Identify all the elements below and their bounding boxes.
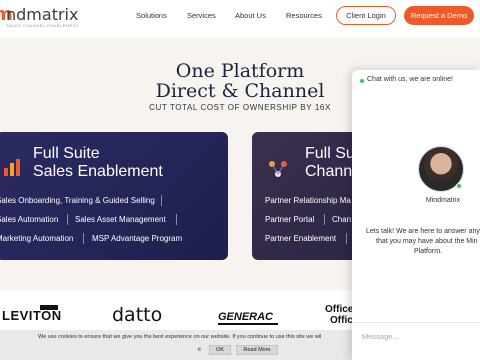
chat-message-input[interactable]: Message...	[362, 332, 399, 341]
hero-title-line1: One Platform	[175, 60, 305, 82]
channel-card-title-line1: Full Su	[305, 145, 355, 162]
feature-channel[interactable]: Chan	[332, 215, 351, 224]
feature-divider	[67, 214, 68, 225]
feature-divider	[324, 214, 325, 225]
chat-widget[interactable]: Chat with us, we are online! Mindmatrix …	[352, 70, 480, 360]
online-status-dot	[360, 79, 364, 83]
leviton-logo-bar	[40, 305, 58, 310]
feature-divider	[176, 214, 177, 225]
feature-sales-asset-management[interactable]: Sales Asset Management	[75, 215, 166, 224]
nav-solutions[interactable]: Solutions	[136, 11, 167, 20]
chat-input-divider	[352, 322, 480, 323]
logo-subtitle: SALES CHANNEL ENABLEMENT	[6, 23, 80, 28]
feature-partner-enablement[interactable]: Partner Enablement	[265, 234, 336, 243]
chat-message-line: that you may have about the Min	[376, 238, 478, 245]
feature-marketing-automation[interactable]: Marketing Automation	[0, 234, 73, 243]
network-users-icon	[269, 161, 287, 177]
cookie-read-more-button[interactable]: Read More	[236, 345, 278, 355]
generac-underline	[218, 323, 278, 325]
hero-tagline: CUT TOTAL COST OF OWNERSHIP BY 16X	[149, 103, 331, 112]
leviton-logo: LEVITON	[2, 308, 62, 323]
feature-sales-automation[interactable]: Sales Automation	[0, 215, 58, 224]
feature-divider	[346, 233, 347, 244]
cookie-text: We use cookies to ensure that we give yo…	[38, 334, 322, 340]
chat-message-line: Platform.	[414, 248, 443, 255]
cookie-ok-button[interactable]: OK	[209, 345, 231, 355]
feature-divider	[83, 233, 84, 244]
bar-chart-icon	[4, 159, 20, 176]
site-header: m ndmatrix SALES CHANNEL ENABLEMENT Solu…	[0, 0, 480, 34]
channel-card-title-line2: Chann	[305, 163, 353, 180]
chat-message-line: Lets talk! We are here to answer any	[366, 228, 480, 235]
sales-card-title-line1: Full Suite	[33, 145, 100, 162]
nav-services[interactable]: Services	[187, 11, 216, 20]
cookie-banner: We use cookies to ensure that we give yo…	[0, 330, 352, 360]
chat-message: Lets talk! We are here to answer any tha…	[366, 227, 480, 257]
chat-status: Chat with us, we are online!	[367, 76, 453, 83]
generac-logo: GENERAC	[218, 311, 274, 323]
nav-resources[interactable]: Resources	[286, 11, 322, 20]
feature-divider	[161, 195, 162, 206]
datto-logo: datto	[112, 304, 163, 326]
office-logo-line1: Office	[325, 304, 354, 315]
agent-online-dot	[456, 183, 462, 189]
feature-msp-advantage[interactable]: MSP Advantage Program	[92, 234, 182, 243]
request-demo-button[interactable]: Request a Demo	[404, 6, 474, 25]
feature-sales-onboarding[interactable]: Sales Onboarding, Training & Guided Sell…	[0, 196, 155, 205]
logo-text: ndmatrix	[6, 5, 79, 24]
nav-about-us[interactable]: About Us	[235, 11, 266, 20]
sales-card-title-line2: Sales Enablement	[33, 163, 163, 180]
feature-partner-portal[interactable]: Partner Portal	[265, 215, 314, 224]
client-login-button[interactable]: Client Login	[336, 6, 396, 25]
feature-partner-relationship[interactable]: Partner Relationship Ma	[265, 196, 351, 205]
cookie-text-suffix: it	[198, 347, 201, 353]
agent-name: Mindmatrix	[425, 197, 461, 204]
hero-title-line2: Direct & Channel	[155, 80, 325, 102]
